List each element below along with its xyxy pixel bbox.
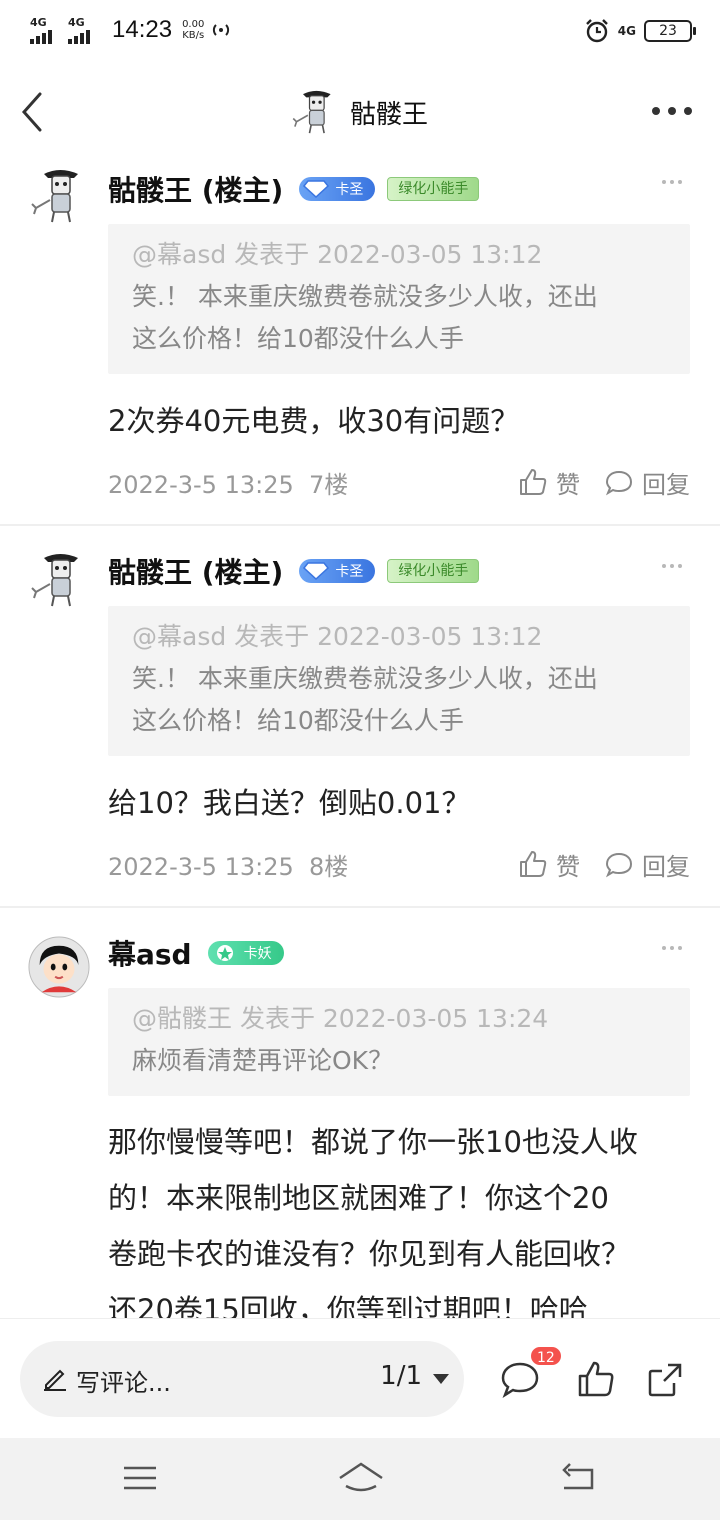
page-indicator[interactable]: 1/1 — [380, 1361, 422, 1391]
network-speed: 0.00 KB/s — [182, 19, 205, 41]
signal-strength-icon: 4G — [68, 16, 100, 44]
reply-item: 骷髅王 (楼主) 卡圣 绿化小能手 @幕asd 发表于 2022-03-05 1… — [0, 154, 720, 526]
reply-meta: 2022-3-5 13:25 7楼 — [108, 470, 349, 499]
quote-meta: @骷髅王 发表于 2022-03-05 13:24 — [132, 1004, 549, 1033]
status-bar: 4G 4G 14:23 0.00 KB/s 4G 23 — [0, 0, 720, 64]
user-avatar[interactable] — [28, 548, 92, 612]
star-icon — [216, 945, 233, 961]
more-options-icon[interactable] — [662, 564, 682, 568]
reply-item: 骷髅王 (楼主) 卡圣 绿化小能手 @幕asd 发表于 2022-03-05 1… — [0, 526, 720, 908]
reply-list: 骷髅王 (楼主) 卡圣 绿化小能手 @幕asd 发表于 2022-03-05 1… — [0, 154, 720, 1318]
quote-text: 笑.！ 本来重庆缴费卷就没多少人收，还出 这么价格！给10都没什么人手 — [132, 664, 598, 735]
user-avatar[interactable] — [28, 164, 92, 228]
user-avatar[interactable] — [290, 86, 342, 138]
title-badge: 绿化小能手 — [387, 559, 480, 583]
hotspot-icon — [213, 24, 230, 36]
thumb-up-icon — [520, 851, 547, 877]
menu-icon[interactable] — [120, 1460, 160, 1496]
system-navigation-bar — [0, 1438, 720, 1520]
top-nav-bar: 骷髅王 — [0, 70, 720, 154]
comment-placeholder: 写评论... — [76, 1369, 171, 1397]
diamond-icon — [303, 562, 330, 580]
reply-content: 给10？我白送？倒贴0.01？ — [108, 786, 471, 820]
bottom-action-bar: 写评论... 1/1 12 — [0, 1318, 720, 1438]
thumb-up-icon — [520, 469, 547, 495]
more-options-icon[interactable] — [662, 180, 682, 184]
username[interactable]: 骷髅王 (楼主) — [108, 169, 283, 209]
title-badge: 绿化小能手 — [387, 177, 480, 201]
return-icon[interactable] — [558, 1460, 598, 1496]
signal-strength-icon: 4G — [30, 16, 62, 44]
more-options-icon[interactable] — [662, 946, 682, 950]
like-button[interactable]: 赞 — [518, 847, 580, 882]
reply-button[interactable]: 回复 — [604, 847, 690, 882]
home-icon[interactable] — [338, 1460, 384, 1496]
username[interactable]: 幕asd — [108, 933, 192, 973]
quoted-reply: @骷髅王 发表于 2022-03-05 13:24 麻烦看清楚再评论OK？ — [108, 988, 690, 1096]
level-badge: 卡圣 — [299, 559, 376, 583]
comment-count-badge: 12 — [529, 1345, 563, 1367]
network-type: 4G — [617, 24, 636, 38]
quoted-reply: @幕asd 发表于 2022-03-05 13:12 笑.！ 本来重庆缴费卷就没… — [108, 606, 690, 756]
comment-input[interactable]: 写评论... 1/1 — [20, 1341, 464, 1417]
battery-icon: 23 — [644, 20, 696, 42]
username[interactable]: 骷髅王 (楼主) — [108, 551, 283, 591]
chevron-down-icon[interactable] — [432, 1373, 450, 1385]
back-arrow-icon[interactable] — [14, 88, 54, 136]
level-badge: 卡妖 — [207, 941, 284, 965]
pen-icon — [44, 1369, 66, 1391]
reply-item: 幕asd 卡妖 @骷髅王 发表于 2022-03-05 13:24 麻烦看清楚再… — [0, 908, 720, 1318]
thumb-up-icon[interactable] — [576, 1359, 616, 1399]
more-options-icon[interactable] — [652, 96, 692, 126]
quote-text: 麻烦看清楚再评论OK？ — [132, 1046, 394, 1075]
comment-bubble-icon — [605, 470, 633, 496]
quoted-reply: @幕asd 发表于 2022-03-05 13:12 笑.！ 本来重庆缴费卷就没… — [108, 224, 690, 374]
user-avatar[interactable] — [28, 936, 90, 998]
page-title: 骷髅王 — [350, 99, 429, 130]
quote-text: 笑.！ 本来重庆缴费卷就没多少人收，还出 这么价格！给10都没什么人手 — [132, 282, 598, 353]
quote-meta: @幕asd 发表于 2022-03-05 13:12 — [132, 622, 543, 651]
reply-content: 那你慢慢等吧！都说了你一张10也没人收 的！本来限制地区就困难了！你这个20 卷… — [108, 1125, 638, 1318]
like-button[interactable]: 赞 — [518, 465, 580, 500]
comment-bubble-icon — [605, 852, 633, 878]
reply-meta: 2022-3-5 13:25 8楼 — [108, 852, 349, 881]
level-badge: 卡圣 — [299, 177, 376, 201]
diamond-icon — [303, 180, 330, 198]
alarm-icon — [585, 19, 608, 43]
quote-meta: @幕asd 发表于 2022-03-05 13:12 — [132, 240, 543, 269]
share-icon[interactable] — [646, 1359, 686, 1399]
clock: 14:23 — [112, 16, 173, 43]
reply-content: 2次券40元电费，收30有问题？ — [108, 404, 520, 438]
reply-button[interactable]: 回复 — [604, 465, 690, 500]
